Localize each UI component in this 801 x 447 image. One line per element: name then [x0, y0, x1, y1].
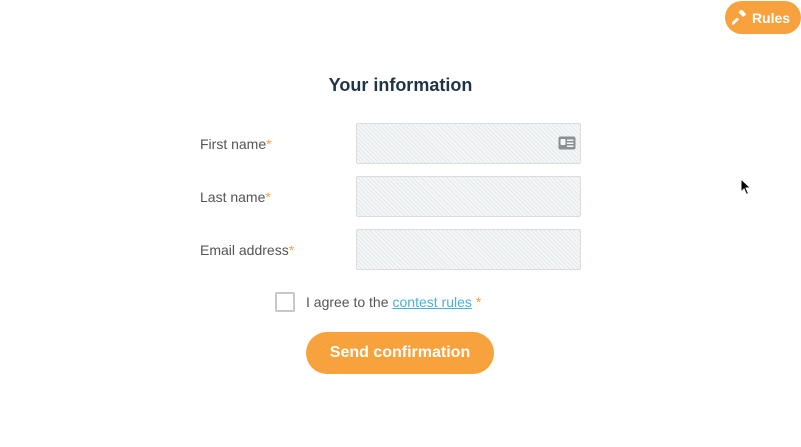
- required-mark: *: [475, 294, 482, 310]
- required-mark: *: [288, 242, 295, 258]
- rules-button[interactable]: Rules: [725, 1, 801, 34]
- first-name-field[interactable]: [356, 123, 581, 164]
- last-name-input[interactable]: [357, 177, 580, 216]
- agree-checkbox[interactable]: [275, 292, 295, 312]
- contact-card-icon[interactable]: [558, 136, 576, 150]
- form-title: Your information: [328, 75, 473, 95]
- send-confirmation-button[interactable]: Send confirmation: [306, 332, 494, 374]
- email-field[interactable]: [356, 229, 581, 270]
- hammer-icon: [731, 10, 747, 25]
- email-label: Email address*: [200, 242, 294, 258]
- first-name-label-text: First name: [200, 136, 267, 152]
- last-name-label: Last name*: [200, 189, 271, 205]
- first-name-label: First name*: [200, 136, 272, 152]
- required-mark: *: [266, 136, 272, 152]
- rules-button-label: Rules: [751, 9, 791, 26]
- first-name-input[interactable]: [357, 124, 580, 163]
- agree-text: I agree to the: [306, 294, 389, 310]
- agree-row: I agree to the contest rules *: [275, 292, 481, 312]
- required-mark: *: [265, 189, 271, 205]
- contest-rules-link[interactable]: contest rules: [393, 294, 472, 310]
- mouse-cursor-icon: [740, 177, 752, 201]
- last-name-label-text: Last name: [200, 189, 266, 205]
- email-input[interactable]: [357, 230, 580, 269]
- email-label-text: Email address: [200, 242, 289, 258]
- last-name-field[interactable]: [356, 176, 581, 217]
